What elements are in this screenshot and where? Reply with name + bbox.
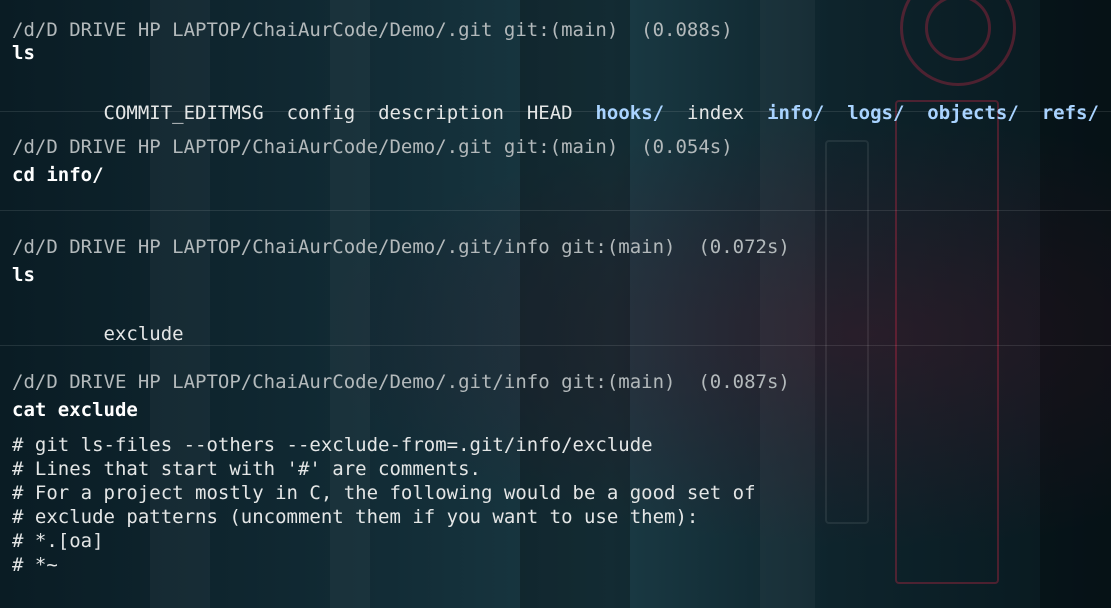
terminal-content: /d/D DRIVE HP LAPTOP/ChaiAurCode/Demo/.g… xyxy=(0,0,1111,577)
output-line: # exclude patterns (uncomment them if yo… xyxy=(12,506,699,528)
cat-output: # git ls-files --others --exclude-from=.… xyxy=(12,433,1099,577)
ls-item-refs-folder: refs/ xyxy=(1041,102,1099,124)
ls-output: exclude xyxy=(12,298,1099,345)
terminal-window[interactable]: /d/D DRIVE HP LAPTOP/ChaiAurCode/Demo/.g… xyxy=(0,0,1111,608)
output-line: # For a project mostly in C, the followi… xyxy=(12,482,756,504)
output-line: # *.[oa] xyxy=(12,530,104,552)
command-block[interactable]: /d/D DRIVE HP LAPTOP/ChaiAurCode/Demo/.g… xyxy=(0,112,1111,211)
command-block[interactable]: /d/D DRIVE HP LAPTOP/ChaiAurCode/Demo/.g… xyxy=(0,0,1111,124)
ls-item-head: HEAD xyxy=(526,102,573,124)
output-line: # *~ xyxy=(12,554,58,576)
output-line: # git ls-files --others --exclude-from=.… xyxy=(12,434,653,456)
command-block[interactable]: /d/D DRIVE HP LAPTOP/ChaiAurCode/Demo/.g… xyxy=(0,211,1111,346)
ls-item-index: index xyxy=(687,102,745,124)
command-text: cat exclude xyxy=(12,399,138,421)
prompt-line: /d/D DRIVE HP LAPTOP/ChaiAurCode/Demo/.g… xyxy=(12,371,790,393)
command-text: ls xyxy=(12,264,35,286)
ls-item-hooks-folder: hooks/ xyxy=(595,102,665,124)
command-block[interactable]: /d/D DRIVE HP LAPTOP/ChaiAurCode/Demo/.g… xyxy=(0,346,1111,577)
ls-item-objects-folder: objects/ xyxy=(927,102,1019,124)
command-text: cd info/ xyxy=(12,164,104,186)
ls-item-config: config xyxy=(286,102,356,124)
prompt-line: /d/D DRIVE HP LAPTOP/ChaiAurCode/Demo/.g… xyxy=(12,236,790,258)
ls-item-commit-editmsg: COMMIT_EDITMSG xyxy=(103,102,264,124)
ls-item-logs-folder: logs/ xyxy=(847,102,905,124)
output-line: exclude xyxy=(103,323,184,345)
output-line: # Lines that start with '#' are comments… xyxy=(12,458,481,480)
prompt-line: /d/D DRIVE HP LAPTOP/ChaiAurCode/Demo/.g… xyxy=(12,136,733,158)
ls-item-info-folder: info/ xyxy=(767,102,825,124)
command-text: ls xyxy=(12,42,35,64)
prompt-line: /d/D DRIVE HP LAPTOP/ChaiAurCode/Demo/.g… xyxy=(12,19,733,41)
ls-output: COMMIT_EDITMSG config description HEAD h… xyxy=(12,77,1099,124)
ls-item-description: description xyxy=(378,102,504,124)
